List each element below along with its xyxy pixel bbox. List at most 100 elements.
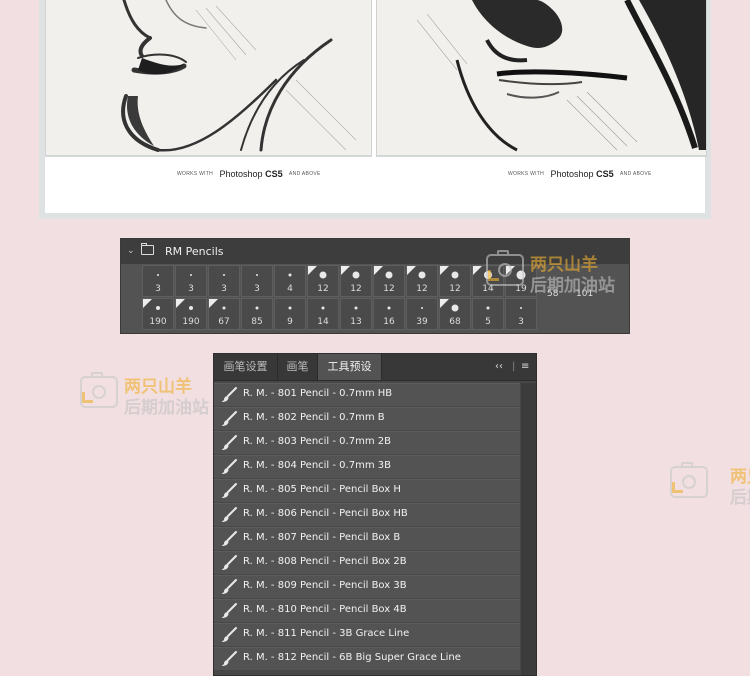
scrollbar[interactable] [521,383,536,675]
brush-icon [222,435,237,450]
brush-tip-icon [352,271,360,279]
brush-tip-icon [156,306,160,310]
brush-tip-cell[interactable]: 12 [373,265,405,297]
tab-brushes[interactable]: 画笔 [278,354,318,380]
brush-size-label: 3 [518,317,524,327]
tool-preset-flag-icon [209,299,218,308]
brush-tip-icon [451,304,459,312]
tool-preset-flag-icon [308,266,317,275]
panel-tab-bar: 画笔设置 画笔 工具预设 ‹‹ | ≡ [214,354,536,381]
preset-list-item[interactable]: R. M. - 802 Pencil - 0.7mm B [214,407,520,430]
brush-tip-cell[interactable]: 4 [274,265,306,297]
brush-size-label: 16 [383,317,395,327]
tab-tool-presets[interactable]: 工具预设 [318,354,382,380]
brush-tip-grid: 3 3 3 3 4 12 12 12 12 12 14 19 190 190 67 85 9 14 13 16 39 68… [142,265,537,330]
preset-name: R. M. - 807 Pencil - Pencil Box B [243,532,401,543]
brush-tip-cell[interactable]: 190 [175,298,207,330]
preset-list-item[interactable]: R. M. - 801 Pencil - 0.7mm HB [214,383,520,406]
brush-tip-cell[interactable]: 12 [439,265,471,297]
preset-name: R. M. - 809 Pencil - Pencil Box 3B [243,580,407,591]
watermark-logo: 两只山羊 后期加油站 [80,372,220,418]
brush-tip-cell[interactable]: 3 [241,265,273,297]
brush-size-label: 3 [188,284,194,294]
brush-tip-icon [319,271,327,279]
preset-list-item[interactable]: R. M. - 808 Pencil - Pencil Box 2B [214,551,520,574]
preset-list-item[interactable]: R. M. - 810 Pencil - Pencil Box 4B [214,599,520,622]
tool-preset-flag-icon [440,299,449,308]
preset-list: R. M. - 801 Pencil - 0.7mm HB R. M. - 802… [214,383,520,671]
brush-icon [222,555,237,570]
preset-list-item[interactable]: R. M. - 811 Pencil - 3B Grace Line [214,623,520,646]
brush-tip-icon [223,274,225,276]
brush-tip-cell[interactable]: 5 [472,298,504,330]
brush-size-label: 12 [449,284,461,294]
brush-tip-cell[interactable]: 16 [373,298,405,330]
preset-list-item[interactable]: R. M. - 804 Pencil - 0.7mm 3B [214,455,520,478]
preset-name: R. M. - 802 Pencil - 0.7mm B [243,412,385,423]
preset-list-item[interactable]: R. M. - 809 Pencil - Pencil Box 3B [214,575,520,598]
brush-size-label: 3 [221,284,227,294]
brush-tip-icon [288,273,292,277]
brush-tip-icon [486,306,490,310]
preset-list-item[interactable]: R. M. - 812 Pencil - 6B Big Super Grace … [214,647,520,670]
folder-icon [141,243,154,255]
brush-tip-cell[interactable]: 3 [208,265,240,297]
brush-icon [222,579,237,594]
brush-size-label: 190 [149,317,167,327]
brush-tip-cell[interactable]: 67 [208,298,240,330]
sketch-face-left [45,0,372,157]
brush-size-label: 9 [287,317,293,327]
tool-preset-flag-icon [473,266,482,275]
brush-size-label: 12 [416,284,428,294]
preset-name: R. M. - 808 Pencil - Pencil Box 2B [243,556,407,567]
brush-tip-cell[interactable]: 13 [340,298,372,330]
brush-tip-icon [418,271,426,279]
brush-tip-cell[interactable]: 3 [175,265,207,297]
brush-size-label: 68 [449,317,461,327]
brush-tip-cell[interactable]: 14 [307,298,339,330]
brush-tip-icon [288,306,292,310]
preset-name: R. M. - 804 Pencil - 0.7mm 3B [243,460,391,471]
brush-tip-icon [451,271,459,279]
brush-icon [222,459,237,474]
preset-name: R. M. - 805 Pencil - Pencil Box H [243,484,401,495]
tool-presets-panel: 画笔设置 画笔 工具预设 ‹‹ | ≡ R. M. - 801 Pencil -… [213,353,537,676]
preset-list-item[interactable]: R. M. - 807 Pencil - Pencil Box B [214,527,520,550]
chevron-down-icon[interactable]: ⌄ [127,246,135,256]
brush-icon [222,507,237,522]
brush-tip-icon [157,274,159,276]
brush-tip-icon [321,306,325,310]
brush-tip-cell[interactable]: 3 [505,298,537,330]
brush-tip-cell[interactable]: 12 [307,265,339,297]
brush-tip-cell[interactable]: 12 [340,265,372,297]
brush-size-label: 3 [155,284,161,294]
brush-tip-cell[interactable]: 85 [241,298,273,330]
brush-tip-icon [387,306,391,310]
preset-list-item[interactable]: R. M. - 805 Pencil - Pencil Box H [214,479,520,502]
brush-tip-cell[interactable]: 190 [142,298,174,330]
tool-preset-flag-icon [407,266,416,275]
brush-tip-cell[interactable]: 39 [406,298,438,330]
brush-tip-cell[interactable]: 3 [142,265,174,297]
panel-menu-icon[interactable]: ≡ [521,361,529,372]
brush-icon [222,387,237,402]
brush-icon [222,627,237,642]
brush-size-label: 3 [254,284,260,294]
brush-icon [222,531,237,546]
tab-brush-settings[interactable]: 画笔设置 [214,354,278,380]
brush-size-label: 39 [416,317,428,327]
preview-caption-right: WORKS WITH Photoshop CS5 AND ABOVE [508,168,652,179]
brush-tip-cell[interactable]: 68 [439,298,471,330]
collapse-icon[interactable]: ‹‹ [495,361,503,372]
brush-group-name: RM Pencils [165,245,224,258]
brush-tip-cell[interactable]: 9 [274,298,306,330]
brush-tip-cell[interactable]: 12 [406,265,438,297]
brush-size-label: 5 [485,317,491,327]
preset-list-item[interactable]: R. M. - 806 Pencil - Pencil Box HB [214,503,520,526]
preset-name: R. M. - 801 Pencil - 0.7mm HB [243,388,393,399]
brush-tip-icon [256,274,258,276]
brush-tip-icon [385,271,393,279]
preset-list-item[interactable]: R. M. - 803 Pencil - 0.7mm 2B [214,431,520,454]
brush-tip-icon [189,306,193,310]
preset-name: R. M. - 811 Pencil - 3B Grace Line [243,628,410,639]
